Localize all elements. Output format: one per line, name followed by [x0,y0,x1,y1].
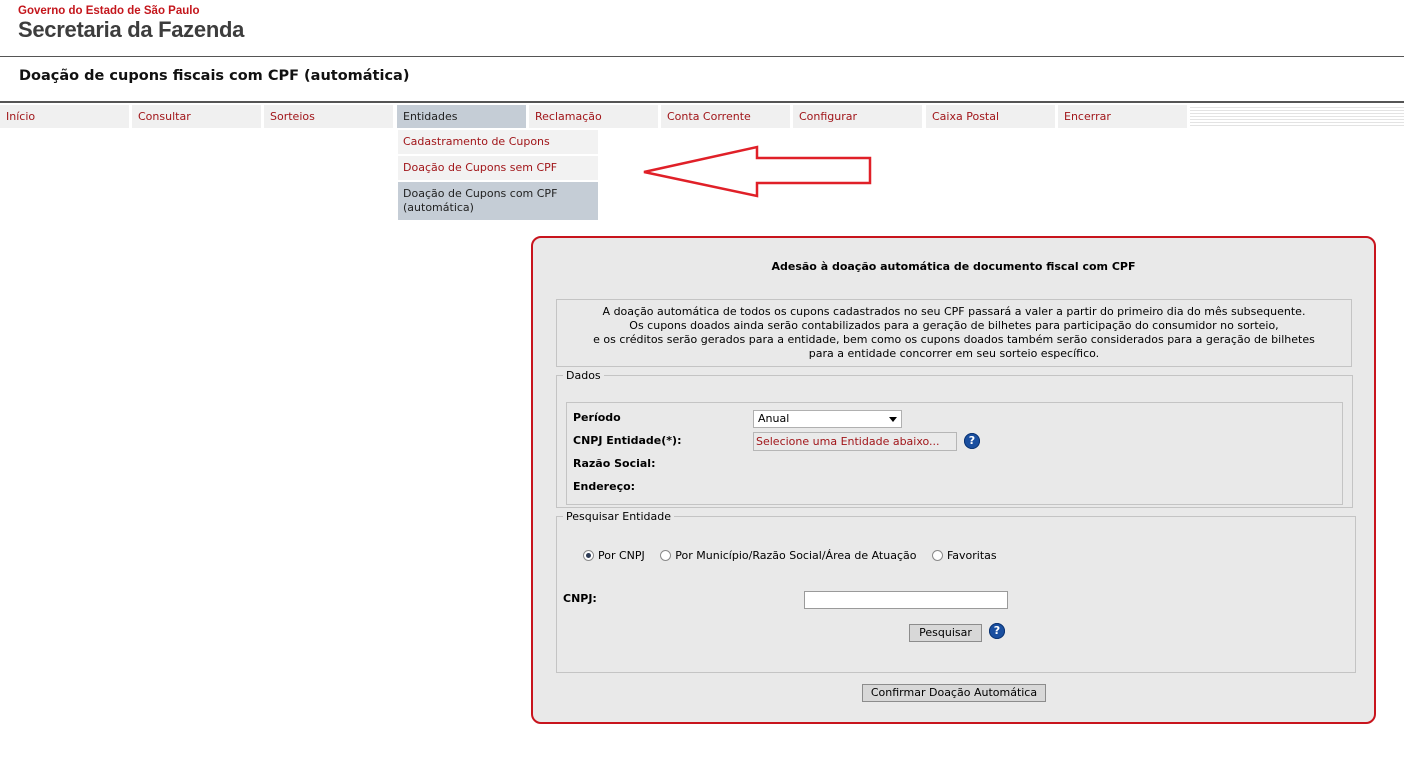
dados-fieldset: Dados Período Anual CNPJ Entidade(*): Se… [556,369,1353,508]
cnpj-search-input[interactable] [804,591,1008,609]
submenu-item-doacao-com-cpf[interactable]: Doação de Cupons com CPF (automática) [398,182,598,220]
radio-favoritas[interactable] [931,550,943,561]
chevron-down-icon [889,417,897,422]
endereco-label: Endereço: [573,480,636,493]
radio-label-por-cnpj: Por CNPJ [598,549,645,562]
page-title: Doação de cupons fiscais com CPF (automá… [19,68,410,84]
menu-item-entidades[interactable]: Entidades [397,105,526,128]
menu-item-encerrar[interactable]: Encerrar [1058,105,1187,128]
pesquisar-legend: Pesquisar Entidade [566,510,672,523]
question-mark-icon[interactable]: ? [989,623,1005,639]
menu-item-caixa-postal[interactable]: Caixa Postal [926,105,1055,128]
brand-logo: Governo do Estado de São Paulo Secretari… [18,5,244,42]
title-divider [0,101,1404,103]
razao-social-label: Razão Social: [573,457,656,470]
header-divider [0,56,1404,57]
cnpj-entidade-label: CNPJ Entidade(*): [573,434,682,447]
menu-item-consultar[interactable]: Consultar [132,105,261,128]
submenu-item-doacao-sem-cpf[interactable]: Doação de Cupons sem CPF [398,156,598,180]
periodo-select[interactable]: Anual [753,410,902,428]
left-arrow-annotation [643,145,872,198]
select-entity-button[interactable]: Selecione uma Entidade abaixo... [753,432,957,451]
info-line: e os créditos serão gerados para a entid… [593,333,1315,346]
pesquisar-fieldset: Pesquisar Entidade Por CNPJ Por Municípi… [556,510,1356,673]
confirm-button[interactable]: Confirmar Doação Automática [862,684,1046,702]
adesao-panel: Adesão à doação automática de documento … [531,236,1376,724]
info-text-box: A doação automática de todos os cupons c… [556,299,1352,367]
radio-por-municipio[interactable] [660,550,672,561]
info-line: A doação automática de todos os cupons c… [602,305,1306,318]
info-line: para a entidade concorrer em seu sorteio… [808,347,1100,360]
radio-label-por-municipio: Por Município/Razão Social/Área de Atuaç… [675,549,917,562]
menu-decoration [1190,105,1404,128]
radio-por-cnpj[interactable] [583,550,594,561]
menu-item-inicio[interactable]: Início [0,105,129,128]
menu-item-reclamacao[interactable]: Reclamação [529,105,658,128]
info-line: Os cupons doados ainda serão contabiliza… [629,319,1279,332]
entidades-submenu: Cadastramento de Cupons Doação de Cupons… [398,130,598,222]
periodo-selected-value: Anual [758,412,790,425]
submenu-item-cadastramento[interactable]: Cadastramento de Cupons [398,130,598,154]
radio-label-favoritas: Favoritas [946,549,997,562]
dados-inner-box: Período Anual CNPJ Entidade(*): Selecion… [566,402,1343,505]
panel-title: Adesão à doação automática de documento … [771,260,1136,273]
cnpj-search-label: CNPJ: [563,592,597,605]
search-button[interactable]: Pesquisar [909,624,982,642]
dados-legend: Dados [566,369,601,382]
menu-item-conta-corrente[interactable]: Conta Corrente [661,105,790,128]
menu-item-configurar[interactable]: Configurar [793,105,922,128]
menu-item-sorteios[interactable]: Sorteios [264,105,393,128]
brand-main-text: Secretaria da Fazenda [18,17,245,42]
question-mark-icon[interactable]: ? [964,433,980,449]
search-mode-radios: Por CNPJ Por Município/Razão Social/Área… [583,549,1009,562]
periodo-label: Período [573,411,621,424]
main-menu: Início Consultar Sorteios Entidades Recl… [0,105,1404,128]
